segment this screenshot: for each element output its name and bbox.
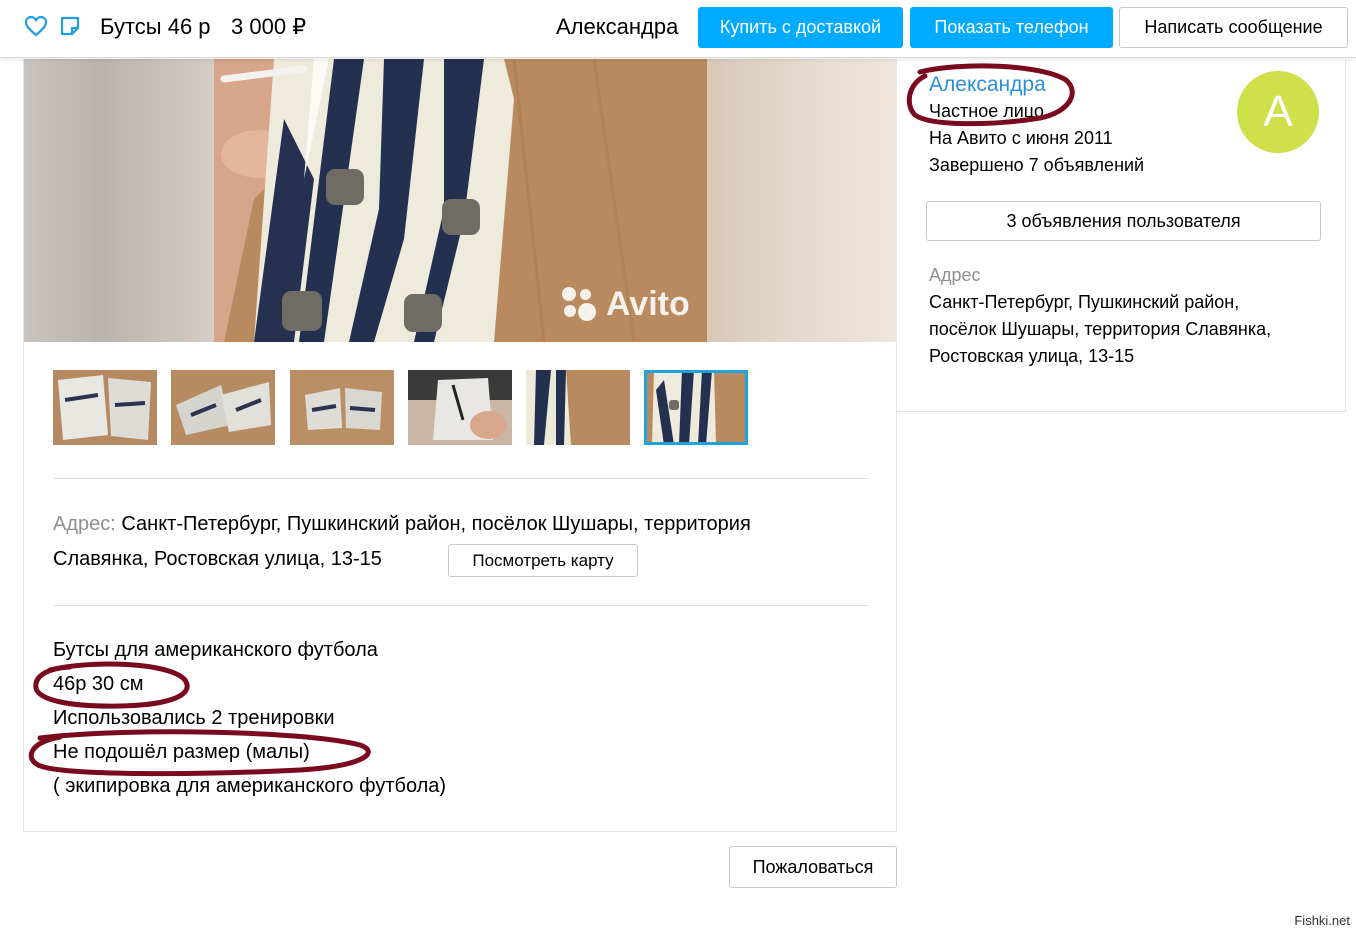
photo-blur-left <box>24 59 214 342</box>
thumbnail-3[interactable] <box>290 370 394 445</box>
divider <box>53 478 869 479</box>
address-label: Адрес: <box>53 513 116 535</box>
thumbnail-6-selected[interactable] <box>644 370 748 445</box>
seller-since: На Авито с июня 2011 <box>929 128 1113 148</box>
seller-completed: Завершено 7 объявлений <box>929 155 1145 175</box>
description-line: Бутсы для американского футбола <box>53 639 378 661</box>
watermark-text: Avito <box>606 285 690 323</box>
view-map-button[interactable]: Посмотреть карту <box>448 544 638 577</box>
note-icon[interactable] <box>59 15 81 37</box>
address-line-1: Санкт-Петербург, Пушкинский район, посёл… <box>121 513 751 535</box>
description: Бутсы для американского футбола 46р 30 с… <box>53 633 446 803</box>
avito-logo-icon <box>562 286 598 323</box>
write-message-button[interactable]: Написать сообщение <box>1119 7 1348 48</box>
description-line: 46р 30 см <box>53 673 144 695</box>
buy-delivery-button[interactable]: Купить с доставкой <box>698 7 903 48</box>
description-line: Использовались 2 тренировки <box>53 707 335 729</box>
seller-card: Александра Частное лицо На Авито с июня … <box>897 59 1346 412</box>
user-ads-button[interactable]: 3 объявления пользователя <box>926 201 1321 241</box>
description-line: ( экипировка для американского футбола) <box>53 775 447 797</box>
side-address: Санкт-Петербург, Пушкинский район, посёл… <box>929 289 1329 370</box>
side-address-label: Адрес <box>929 265 981 285</box>
seller-name-top[interactable]: Александра <box>556 14 678 40</box>
heart-icon[interactable] <box>24 15 48 37</box>
photo-gallery[interactable]: Avito <box>24 59 897 342</box>
side-address-line: Санкт-Петербург, Пушкинский район, <box>929 292 1240 312</box>
description-line: Не подошёл размер (малы) <box>53 741 310 763</box>
seller-type: Частное лицо <box>929 101 1044 121</box>
thumbnail-5[interactable] <box>526 370 630 445</box>
seller-name-link[interactable]: Александра <box>929 73 1046 97</box>
listing-card: Avito Адрес: Санкт-Петербург, Пушкинский… <box>23 59 897 832</box>
side-address-line: Ростовская улица, 13-15 <box>929 346 1135 366</box>
avito-watermark: Avito <box>562 285 690 324</box>
address-line-2: Славянка, Ростовская улица, 13-15 <box>53 548 382 570</box>
thumbnail-1[interactable] <box>53 370 157 445</box>
show-phone-button[interactable]: Показать телефон <box>910 7 1113 48</box>
divider <box>53 605 869 606</box>
site-watermark: Fishki.net <box>1294 913 1350 928</box>
item-title: Бутсы 46 р <box>100 14 211 39</box>
thumbnail-4[interactable] <box>408 370 512 445</box>
top-bar: Бутсы 46 р 3 000 ₽ Александра Купить с д… <box>0 0 1356 58</box>
side-address-line: посёлок Шушары, территория Славянка, <box>929 319 1272 339</box>
complain-button[interactable]: Пожаловаться <box>729 846 897 888</box>
avatar[interactable]: А <box>1237 71 1319 153</box>
item-price: 3 000 ₽ <box>231 14 307 39</box>
thumbnail-2[interactable] <box>171 370 275 445</box>
photo-blur-right <box>707 59 897 342</box>
